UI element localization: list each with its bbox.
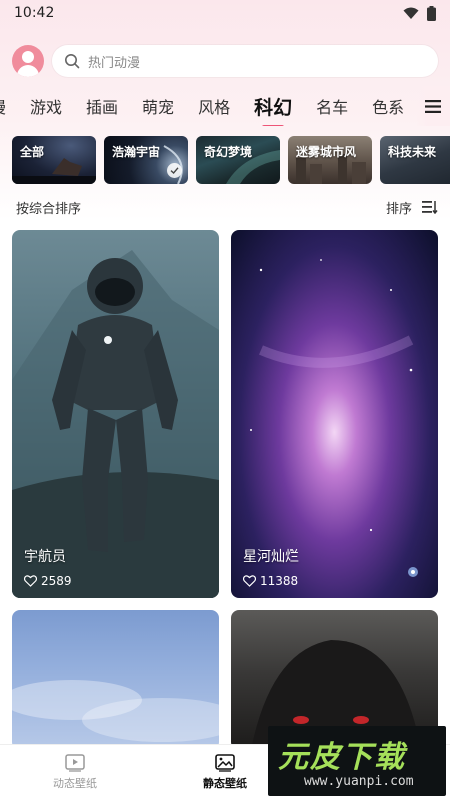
watermark-logo: 元皮下载 www.yuanpi.com (268, 726, 446, 796)
sub-category-fantasy[interactable]: 奇幻梦境 (196, 136, 280, 184)
wallpaper-title: 星河灿烂 (243, 549, 299, 565)
search-icon (65, 54, 80, 69)
tab-illustration[interactable]: 插画 (74, 94, 130, 118)
wallpaper-card-clouds[interactable] (12, 610, 219, 750)
status-bar: 10:42 (0, 0, 450, 26)
search-bar[interactable]: 热门动漫 (52, 45, 438, 77)
like-count[interactable]: 11388 (243, 574, 298, 588)
heart-icon (243, 575, 256, 587)
astronaut-image (12, 250, 219, 598)
tab-cars[interactable]: 名车 (304, 94, 360, 118)
tab-pets[interactable]: 萌宠 (130, 94, 186, 118)
sub-category-misty-city[interactable]: 迷雾城市风 (288, 136, 372, 184)
wallpaper-card-astronaut[interactable]: 宇航员 2589 (12, 230, 219, 598)
galaxy-image (250, 259, 418, 577)
image-icon (215, 754, 235, 772)
tab-style[interactable]: 风格 (186, 94, 242, 118)
wifi-icon (403, 7, 419, 19)
tab-colors[interactable]: 色系 (360, 94, 416, 118)
search-input[interactable]: 热门动漫 (88, 52, 140, 71)
sort-button[interactable]: 排序 (386, 198, 438, 217)
wallpaper-title: 宇航员 (24, 549, 66, 565)
avatar[interactable] (12, 45, 44, 77)
selected-check-icon (167, 163, 182, 178)
sort-mode-label[interactable]: 按综合排序 (16, 198, 81, 217)
nav-live-wallpaper[interactable]: 动态壁纸 (0, 745, 150, 800)
status-time: 10:42 (14, 5, 55, 21)
like-count[interactable]: 2589 (24, 574, 72, 588)
tab-games[interactable]: 游戏 (18, 94, 74, 118)
sub-category-all[interactable]: 全部 (12, 136, 96, 184)
sub-category-list: 全部 浩瀚宇宙 奇幻梦境 迷雾城市风 科技未来 (12, 136, 450, 184)
sub-category-tech-future[interactable]: 科技未来 (380, 136, 450, 184)
header: 热门动漫 (12, 44, 438, 78)
battery-icon (427, 5, 436, 21)
sort-label: 排序 (385, 201, 412, 217)
status-icons (403, 5, 436, 21)
tab-partial[interactable]: 漫 (0, 94, 18, 118)
sub-category-universe[interactable]: 浩瀚宇宙 (104, 136, 188, 184)
clouds-image (12, 680, 219, 742)
category-tabs: 漫 游戏 插画 萌宠 风格 科幻 名车 色系 (0, 86, 450, 126)
category-menu-button[interactable] (416, 86, 450, 126)
sort-list-icon (422, 201, 438, 214)
heart-icon (24, 575, 37, 587)
wallpaper-card-galaxy[interactable]: 星河灿烂 11388 (231, 230, 438, 598)
tab-scifi[interactable]: 科幻 (242, 93, 304, 120)
sort-bar: 按综合排序 排序 (16, 196, 438, 218)
play-video-icon (65, 754, 85, 772)
menu-icon (425, 99, 441, 113)
